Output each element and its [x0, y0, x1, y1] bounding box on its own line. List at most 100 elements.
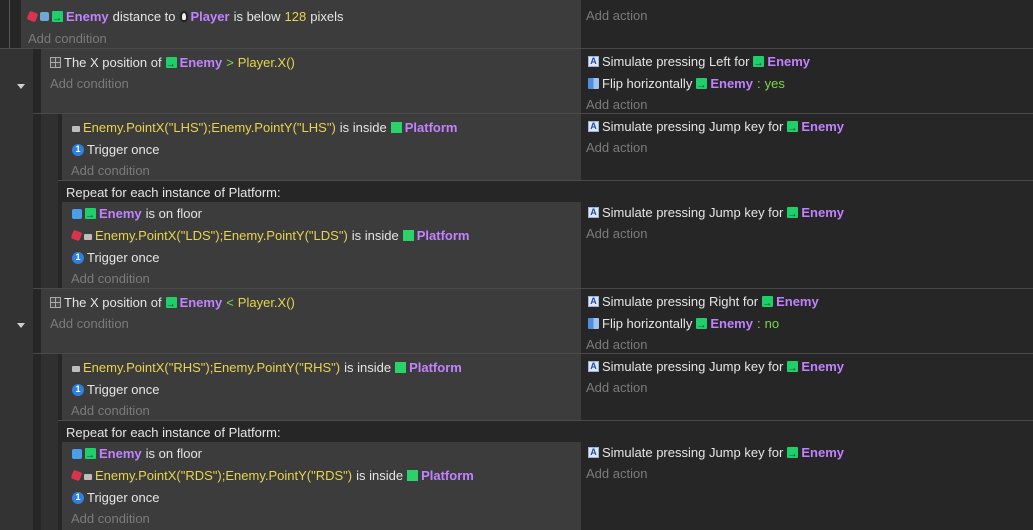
- event4-action[interactable]: A Simulate pressing Jump key for Enemy: [588, 202, 844, 225]
- enemy-object[interactable]: Enemy: [801, 356, 844, 377]
- event4-condition-1[interactable]: Enemy is on floor: [72, 203, 202, 226]
- enemy-object[interactable]: Enemy: [801, 442, 844, 463]
- add-condition-button[interactable]: Add condition: [28, 28, 107, 49]
- object-icon: [70, 229, 83, 242]
- condition-text: Trigger once: [87, 142, 160, 157]
- add-condition-button[interactable]: Add condition: [71, 268, 150, 289]
- add-condition-button[interactable]: Add condition: [50, 73, 129, 94]
- enemy-object[interactable]: Enemy: [801, 116, 844, 137]
- enemy-object-icon: [787, 358, 799, 379]
- event4-condition-2[interactable]: Enemy.PointX("LDS");Enemy.PointY("LDS") …: [70, 225, 470, 246]
- event2-action-1[interactable]: A Simulate pressing Left for Enemy: [588, 51, 810, 74]
- collapse-arrow-icon[interactable]: [17, 84, 25, 89]
- platform-object[interactable]: Platform: [417, 225, 470, 246]
- add-action-button[interactable]: Add action: [586, 94, 647, 115]
- trigger-once-icon: 1: [72, 143, 84, 156]
- expression[interactable]: Enemy.PointX("LHS");Enemy.PointY("LHS"): [83, 117, 336, 138]
- condition-text: is below: [233, 9, 281, 24]
- point-icon: [72, 126, 80, 132]
- platform-object[interactable]: Platform: [409, 357, 462, 378]
- event4-condition-3[interactable]: 1 Trigger once: [72, 247, 160, 268]
- add-action-button[interactable]: Add action: [586, 377, 647, 398]
- action-text: Simulate pressing Jump key for: [602, 205, 784, 220]
- collapse-arrow-icon[interactable]: [17, 323, 25, 328]
- event6-action[interactable]: A Simulate pressing Jump key for Enemy: [588, 356, 844, 379]
- event2-action-2[interactable]: Flip horizontally Enemy : yes: [588, 73, 785, 96]
- expression[interactable]: Player.X(): [238, 52, 295, 73]
- action-text: Simulate pressing Left for: [602, 54, 750, 69]
- enemy-object[interactable]: Enemy: [99, 443, 142, 464]
- player-object[interactable]: Player: [191, 6, 230, 27]
- event3-condition-1[interactable]: Enemy.PointX("LHS");Enemy.PointY("LHS") …: [72, 117, 458, 138]
- expression[interactable]: Enemy.PointX("LDS");Enemy.PointY("LDS"): [95, 225, 348, 246]
- add-condition-button[interactable]: Add condition: [50, 313, 129, 334]
- event1-condition[interactable]: Enemy distance to Player is below 128 pi…: [26, 6, 344, 29]
- expression[interactable]: Enemy.PointX("RHS");Enemy.PointY("RHS"): [83, 357, 340, 378]
- enemy-object[interactable]: Enemy: [710, 73, 753, 94]
- expression[interactable]: Enemy.PointX("RDS");Enemy.PointY("RDS"): [95, 465, 352, 486]
- flip-icon: [588, 78, 599, 89]
- floor-icon: [72, 448, 82, 459]
- action-text: Simulate pressing Jump key for: [602, 359, 784, 374]
- flip-value[interactable]: yes: [765, 73, 785, 94]
- enemy-object-icon: [85, 445, 96, 466]
- enemy-object[interactable]: Enemy: [776, 291, 819, 312]
- event5-action-1[interactable]: A Simulate pressing Right for Enemy: [588, 291, 819, 314]
- flip-value[interactable]: no: [765, 313, 779, 334]
- operator: <: [226, 295, 234, 310]
- add-condition-button[interactable]: Add condition: [71, 508, 150, 529]
- repeat-header: Repeat for each instance of Platform:: [66, 185, 281, 200]
- condition-text: Trigger once: [87, 250, 160, 265]
- add-action-button[interactable]: Add action: [586, 137, 647, 158]
- expression[interactable]: Player.X(): [238, 292, 295, 313]
- object-icon: [26, 10, 39, 23]
- enemy-object[interactable]: Enemy: [66, 6, 109, 27]
- enemy-object[interactable]: Enemy: [801, 202, 844, 223]
- enemy-object[interactable]: Enemy: [99, 203, 142, 224]
- enemy-object-icon: [165, 54, 177, 75]
- enemy-object[interactable]: Enemy: [180, 292, 223, 313]
- enemy-object[interactable]: Enemy: [767, 51, 810, 72]
- enemy-object-icon: [762, 293, 774, 314]
- add-condition-button[interactable]: Add condition: [71, 160, 150, 181]
- platform-icon: [402, 230, 414, 241]
- condition-text: Trigger once: [87, 490, 160, 505]
- event5-action-2[interactable]: Flip horizontally Enemy : no: [588, 313, 779, 336]
- trigger-once-icon: 1: [72, 251, 84, 264]
- event7-condition-3[interactable]: 1 Trigger once: [72, 487, 160, 508]
- condition-text: is inside: [351, 228, 399, 243]
- separator: :: [756, 76, 761, 91]
- enemy-object[interactable]: Enemy: [180, 52, 223, 73]
- event7-condition-2[interactable]: Enemy.PointX("RDS");Enemy.PointY("RDS") …: [70, 465, 474, 486]
- point-icon: [84, 474, 92, 480]
- repeat-header: Repeat for each instance of Platform:: [66, 425, 281, 440]
- add-action-button[interactable]: Add action: [586, 463, 647, 484]
- position-icon: [50, 297, 61, 308]
- enemy-object[interactable]: Enemy: [710, 313, 753, 334]
- keyboard-icon: A: [588, 361, 599, 372]
- add-action-button[interactable]: Add action: [586, 223, 647, 244]
- add-action-button[interactable]: Add action: [586, 334, 647, 355]
- keyboard-icon: A: [588, 296, 599, 307]
- event7-action[interactable]: A Simulate pressing Jump key for Enemy: [588, 442, 844, 465]
- point-icon: [72, 366, 80, 372]
- object-icon: [70, 469, 83, 482]
- keyboard-icon: A: [588, 56, 599, 67]
- add-action-button[interactable]: Add action: [586, 5, 647, 26]
- event2-condition[interactable]: The X position of Enemy > Player.X(): [50, 52, 295, 75]
- enemy-object-icon: [165, 294, 177, 315]
- enemy-object-icon: [52, 8, 63, 29]
- add-condition-button[interactable]: Add condition: [71, 400, 150, 421]
- event6-condition-2[interactable]: 1 Trigger once: [72, 379, 160, 400]
- event3-action[interactable]: A Simulate pressing Jump key for Enemy: [588, 116, 844, 139]
- platform-object[interactable]: Platform: [405, 117, 458, 138]
- event6-condition-1[interactable]: Enemy.PointX("RHS");Enemy.PointY("RHS") …: [72, 357, 462, 378]
- condition-text: pixels: [310, 9, 344, 24]
- event7-condition-1[interactable]: Enemy is on floor: [72, 443, 202, 466]
- event5-condition[interactable]: The X position of Enemy < Player.X(): [50, 292, 295, 315]
- keyboard-icon: A: [588, 207, 599, 218]
- platform-object[interactable]: Platform: [421, 465, 474, 486]
- enemy-object-icon: [753, 53, 765, 74]
- distance-value[interactable]: 128: [285, 6, 307, 27]
- event3-condition-2[interactable]: 1 Trigger once: [72, 139, 160, 160]
